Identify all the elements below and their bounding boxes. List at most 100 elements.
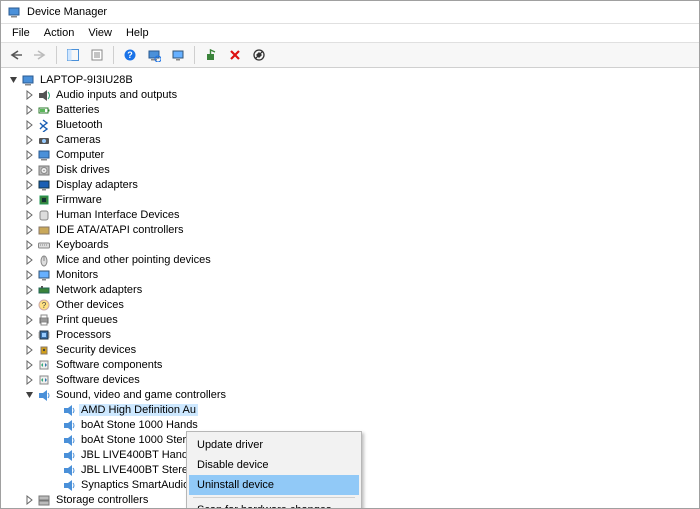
sw-icon (36, 372, 51, 387)
category-item[interactable]: Display adapters (5, 177, 699, 192)
device-label: boAt Stone 1000 Stereo (79, 434, 200, 446)
category-label: Bluetooth (54, 119, 104, 131)
ctx-disable-device[interactable]: Disable device (189, 455, 359, 475)
category-label: Batteries (54, 104, 101, 116)
menu-bar: File Action View Help (1, 24, 699, 43)
category-item[interactable]: Security devices (5, 342, 699, 357)
window-title: Device Manager (27, 6, 107, 18)
category-label: Monitors (54, 269, 100, 281)
hid-icon (36, 207, 51, 222)
uninstall-device-button[interactable] (224, 44, 246, 66)
menu-action[interactable]: Action (37, 26, 82, 40)
expand-toggle[interactable] (23, 104, 35, 116)
disable-device-button[interactable] (248, 44, 270, 66)
expand-toggle[interactable] (23, 359, 35, 371)
print-icon (36, 312, 51, 327)
category-item[interactable]: Firmware (5, 192, 699, 207)
sound-icon (61, 417, 76, 432)
device-label: Synaptics SmartAudio H (79, 479, 202, 491)
category-label: Storage controllers (54, 494, 150, 506)
sound-icon (61, 462, 76, 477)
category-item[interactable]: Mice and other pointing devices (5, 252, 699, 267)
category-item[interactable]: Bluetooth (5, 117, 699, 132)
device-tree[interactable]: LAPTOP-9I3IU28B Audio inputs and outputs… (1, 68, 699, 508)
ide-icon (36, 222, 51, 237)
expand-toggle[interactable] (23, 149, 35, 161)
expand-toggle[interactable] (23, 254, 35, 266)
category-label: Firmware (54, 194, 104, 206)
category-item[interactable]: Batteries (5, 102, 699, 117)
category-item[interactable]: Print queues (5, 312, 699, 327)
forward-button[interactable] (29, 44, 51, 66)
scan-hardware-button[interactable] (143, 44, 165, 66)
expand-toggle[interactable] (23, 179, 35, 191)
category-item[interactable]: Network adapters (5, 282, 699, 297)
expand-toggle[interactable] (23, 239, 35, 251)
ctx-scan-hardware[interactable]: Scan for hardware changes (189, 500, 359, 508)
expand-toggle[interactable] (23, 284, 35, 296)
sw-icon (36, 357, 51, 372)
expand-toggle[interactable] (23, 134, 35, 146)
device-item[interactable]: AMD High Definition Au (5, 402, 699, 417)
expand-toggle[interactable] (23, 314, 35, 326)
toolbar: ? (1, 43, 699, 68)
expand-toggle[interactable] (23, 344, 35, 356)
context-menu: Update driver Disable device Uninstall d… (186, 431, 362, 508)
sound-icon (61, 477, 76, 492)
bt-icon (36, 117, 51, 132)
tree-root[interactable]: LAPTOP-9I3IU28B (5, 72, 699, 87)
device-item[interactable]: boAt Stone 1000 Hands (5, 417, 699, 432)
category-item[interactable]: Audio inputs and outputs (5, 87, 699, 102)
category-item[interactable]: Software components (5, 357, 699, 372)
sound-icon (61, 432, 76, 447)
back-button[interactable] (5, 44, 27, 66)
expand-toggle[interactable] (23, 194, 35, 206)
enable-device-button[interactable] (200, 44, 222, 66)
expand-toggle[interactable] (23, 374, 35, 386)
category-label: Security devices (54, 344, 138, 356)
ctx-update-driver[interactable]: Update driver (189, 435, 359, 455)
show-hide-tree-button[interactable] (62, 44, 84, 66)
device-manager-window: Device Manager File Action View Help ? L… (0, 0, 700, 509)
category-item[interactable]: IDE ATA/ATAPI controllers (5, 222, 699, 237)
update-driver-button[interactable] (167, 44, 189, 66)
category-label: Software components (54, 359, 164, 371)
properties-button[interactable] (86, 44, 108, 66)
expand-toggle[interactable] (7, 74, 19, 86)
toolbar-separator (113, 46, 114, 64)
category-item[interactable]: Software devices (5, 372, 699, 387)
category-item[interactable]: Processors (5, 327, 699, 342)
category-sound[interactable]: Sound, video and game controllers (5, 387, 699, 402)
category-item[interactable]: Human Interface Devices (5, 207, 699, 222)
disk-icon (36, 162, 51, 177)
menu-view[interactable]: View (81, 26, 119, 40)
expand-toggle[interactable] (23, 119, 35, 131)
expand-toggle[interactable] (23, 494, 35, 506)
toolbar-separator (194, 46, 195, 64)
storage-icon (36, 492, 51, 507)
expand-toggle[interactable] (23, 89, 35, 101)
expand-toggle[interactable] (23, 389, 35, 401)
expand-toggle[interactable] (23, 329, 35, 341)
title-bar: Device Manager (1, 1, 699, 24)
expand-toggle[interactable] (23, 299, 35, 311)
device-label: JBL LIVE400BT Stereo (79, 464, 196, 476)
expand-toggle[interactable] (23, 164, 35, 176)
menu-file[interactable]: File (5, 26, 37, 40)
menu-help[interactable]: Help (119, 26, 156, 40)
mouse-icon (36, 252, 51, 267)
other-icon (36, 297, 51, 312)
category-item[interactable]: Cameras (5, 132, 699, 147)
expand-toggle[interactable] (23, 269, 35, 281)
ctx-uninstall-device[interactable]: Uninstall device (189, 475, 359, 495)
category-item[interactable]: Computer (5, 147, 699, 162)
category-item[interactable]: Monitors (5, 267, 699, 282)
expand-toggle[interactable] (23, 224, 35, 236)
sound-icon (61, 402, 76, 417)
category-label: Other devices (54, 299, 126, 311)
category-item[interactable]: Keyboards (5, 237, 699, 252)
expand-toggle[interactable] (23, 209, 35, 221)
category-item[interactable]: Disk drives (5, 162, 699, 177)
help-button[interactable]: ? (119, 44, 141, 66)
category-item[interactable]: Other devices (5, 297, 699, 312)
